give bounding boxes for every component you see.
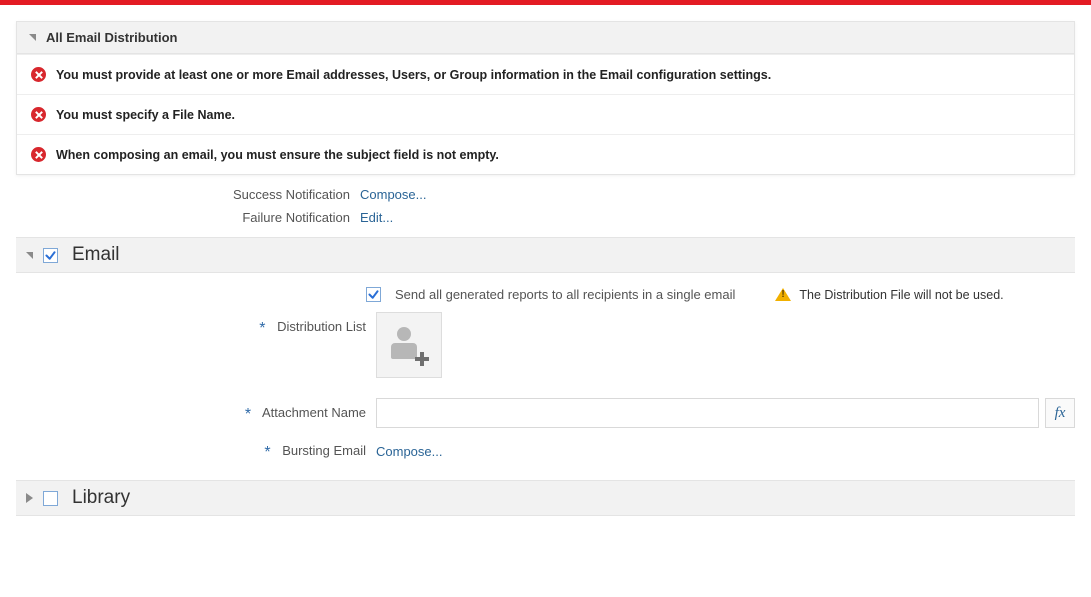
required-indicator: * (264, 444, 270, 461)
bursting-email-compose-link[interactable]: Compose... (376, 444, 442, 459)
expand-icon (26, 493, 33, 503)
collapse-icon (29, 34, 36, 41)
validation-error-text: You must specify a File Name. (56, 108, 235, 122)
warning-text: The Distribution File will not be used. (799, 288, 1003, 302)
distribution-file-warning: The Distribution File will not be used. (775, 288, 1003, 302)
send-all-label: Send all generated reports to all recipi… (395, 287, 735, 302)
collapse-icon (26, 252, 33, 259)
distribution-list-label: Distribution List (277, 319, 366, 334)
attachment-fx-button[interactable]: fx (1045, 398, 1075, 428)
required-indicator: * (245, 406, 251, 423)
library-section-header[interactable]: Library (16, 480, 1075, 516)
library-section-checkbox[interactable] (43, 491, 58, 506)
validation-error-row: You must specify a File Name. (17, 94, 1074, 134)
person-plus-icon (391, 327, 427, 363)
attachment-name-input[interactable] (376, 398, 1039, 428)
email-section-title: Email (72, 244, 120, 266)
email-section-body: Send all generated reports to all recipi… (16, 287, 1075, 464)
send-all-checkbox[interactable] (366, 287, 381, 302)
error-icon (31, 67, 46, 82)
error-icon (31, 147, 46, 162)
add-distribution-list-button[interactable] (376, 312, 442, 378)
email-section-checkbox[interactable] (43, 248, 58, 263)
validation-error-text: You must provide at least one or more Em… (56, 68, 771, 82)
error-icon (31, 107, 46, 122)
attachment-name-label: Attachment Name (262, 405, 366, 420)
validation-panel: All Email Distribution You must provide … (16, 21, 1075, 175)
bursting-email-label: Bursting Email (282, 443, 366, 458)
validation-error-row: When composing an email, you must ensure… (17, 134, 1074, 174)
success-notification-compose-link[interactable]: Compose... (360, 187, 426, 202)
library-section-title: Library (72, 487, 130, 509)
app-accent-bar (0, 0, 1091, 5)
failure-notification-edit-link[interactable]: Edit... (360, 210, 393, 225)
success-notification-label: Success Notification (0, 187, 360, 202)
email-section-header[interactable]: Email (16, 237, 1075, 273)
validation-panel-title: All Email Distribution (46, 30, 177, 45)
validation-error-text: When composing an email, you must ensure… (56, 148, 499, 162)
validation-error-row: You must provide at least one or more Em… (17, 54, 1074, 94)
validation-panel-header[interactable]: All Email Distribution (17, 22, 1074, 54)
required-indicator: * (259, 320, 265, 337)
failure-notification-label: Failure Notification (0, 210, 360, 225)
warning-icon (775, 288, 791, 301)
